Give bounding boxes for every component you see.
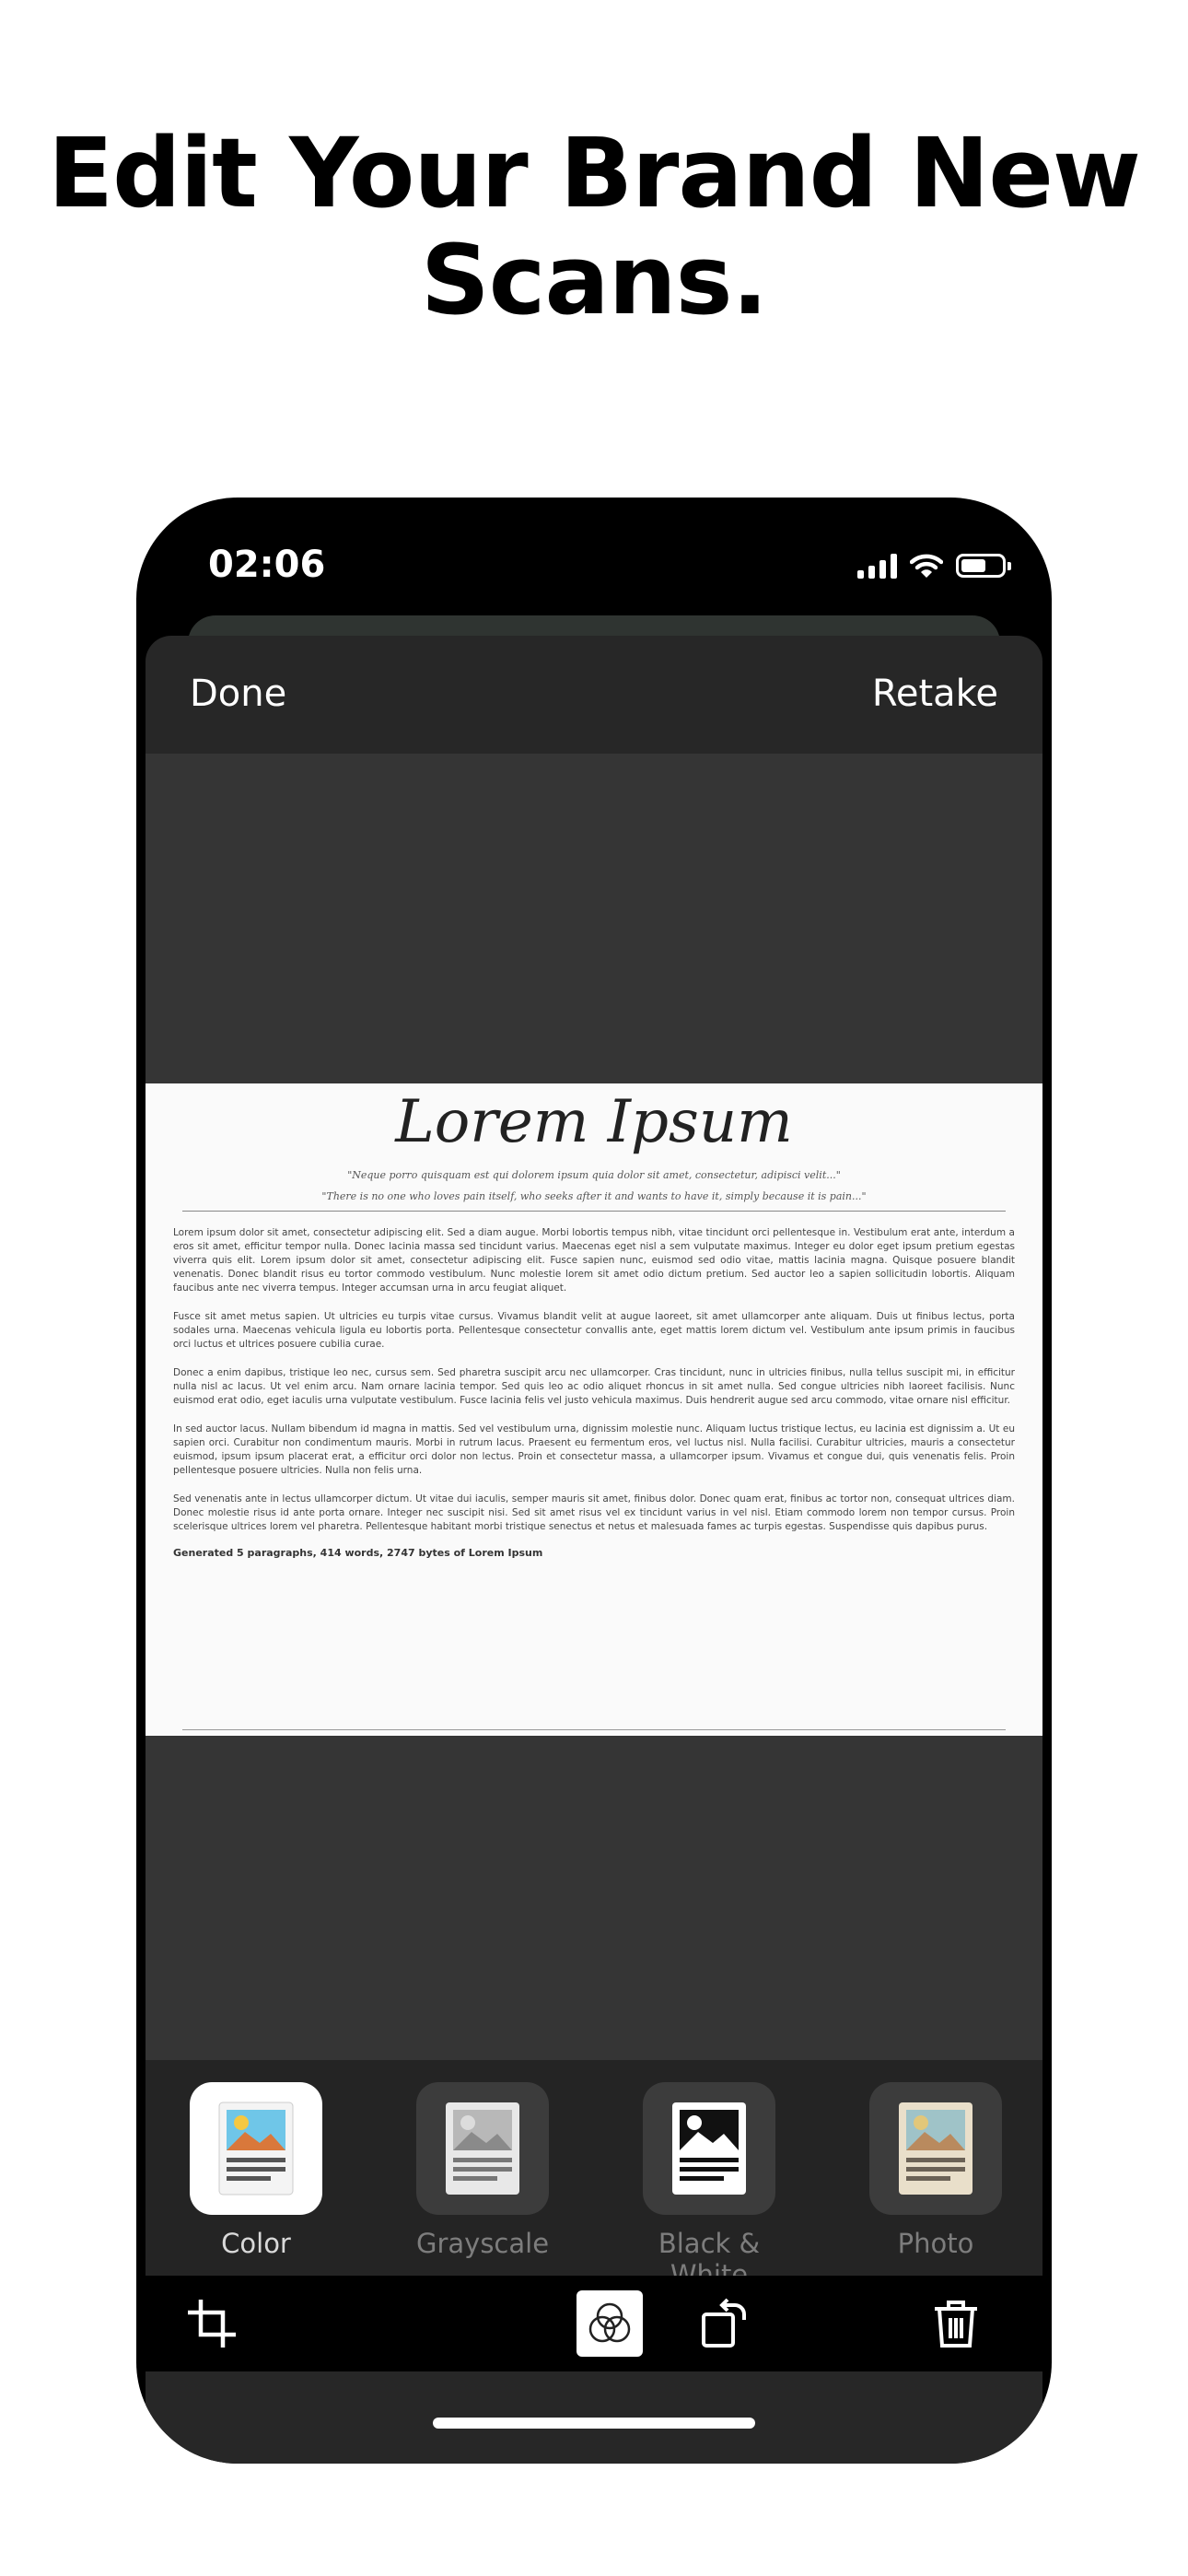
document-footer: Generated 5 paragraphs, 414 words, 2747 … bbox=[173, 1547, 543, 1559]
filter-grayscale[interactable]: Grayscale bbox=[416, 2082, 549, 2259]
document-title: Lorem Ipsum bbox=[395, 1088, 793, 1156]
scan-preview-area: Lorem Ipsum "Neque porro quisquam est qu… bbox=[146, 754, 1042, 2060]
scanned-document: Lorem Ipsum "Neque porro quisquam est qu… bbox=[146, 1083, 1042, 1736]
filter-icon[interactable] bbox=[577, 2290, 643, 2357]
wifi-icon bbox=[910, 554, 943, 578]
photo-filter-icon bbox=[869, 2082, 1002, 2215]
color-filter-icon bbox=[190, 2082, 322, 2215]
filter-color[interactable]: Color bbox=[190, 2082, 322, 2259]
document-quote-1: "Neque porro quisquam est qui dolorem ip… bbox=[347, 1169, 841, 1181]
filter-label: Color bbox=[221, 2228, 291, 2259]
document-bottom-divider bbox=[182, 1729, 1006, 1730]
filter-label: Grayscale bbox=[416, 2228, 550, 2259]
filter-strip: Color Grayscale Black & White Photo bbox=[146, 2060, 1042, 2290]
battery-icon bbox=[956, 554, 1011, 578]
filter-photo[interactable]: Photo bbox=[869, 2082, 1002, 2259]
filter-label: Photo bbox=[897, 2228, 974, 2259]
home-indicator[interactable] bbox=[433, 2418, 755, 2429]
done-button[interactable]: Done bbox=[190, 673, 286, 715]
document-paragraph: Donec a enim dapibus, tristique leo nec,… bbox=[173, 1367, 1015, 1406]
document-paragraph: Sed venenatis ante in lectus ullamcorper… bbox=[173, 1493, 1015, 1532]
trash-icon[interactable] bbox=[923, 2290, 989, 2357]
document-paragraph: Lorem ipsum dolor sit amet, consectetur … bbox=[173, 1227, 1015, 1294]
status-time: 02:06 bbox=[208, 544, 326, 586]
black-white-filter-icon bbox=[643, 2082, 775, 2215]
bottom-toolbar bbox=[146, 2276, 1042, 2371]
status-icons bbox=[857, 547, 1011, 584]
headline-line-2: Scans. bbox=[420, 224, 768, 336]
signal-icon bbox=[857, 553, 897, 579]
rotate-icon[interactable] bbox=[691, 2290, 757, 2357]
phone-frame: 02:06 Done Retake Lorem Ipsum "Neque por… bbox=[136, 498, 1052, 2464]
filter-black-white[interactable]: Black & White bbox=[643, 2082, 775, 2290]
crop-icon[interactable] bbox=[179, 2290, 245, 2357]
document-divider bbox=[182, 1211, 1006, 1212]
headline: Edit Your Brand New Scans. bbox=[0, 120, 1188, 334]
document-quote-2: "There is no one who loves pain itself, … bbox=[321, 1190, 867, 1202]
retake-button[interactable]: Retake bbox=[872, 673, 998, 715]
document-paragraph: Fusce sit amet metus sapien. Ut ultricie… bbox=[173, 1311, 1015, 1350]
document-paragraph: In sed auctor lacus. Nullam bibendum id … bbox=[173, 1423, 1015, 1476]
nav-bar: Done Retake bbox=[146, 636, 1042, 754]
grayscale-filter-icon bbox=[416, 2082, 549, 2215]
scan-editor-sheet: Done Retake Lorem Ipsum "Neque porro qui… bbox=[146, 636, 1042, 2464]
headline-line-1: Edit Your Brand New bbox=[48, 117, 1141, 229]
